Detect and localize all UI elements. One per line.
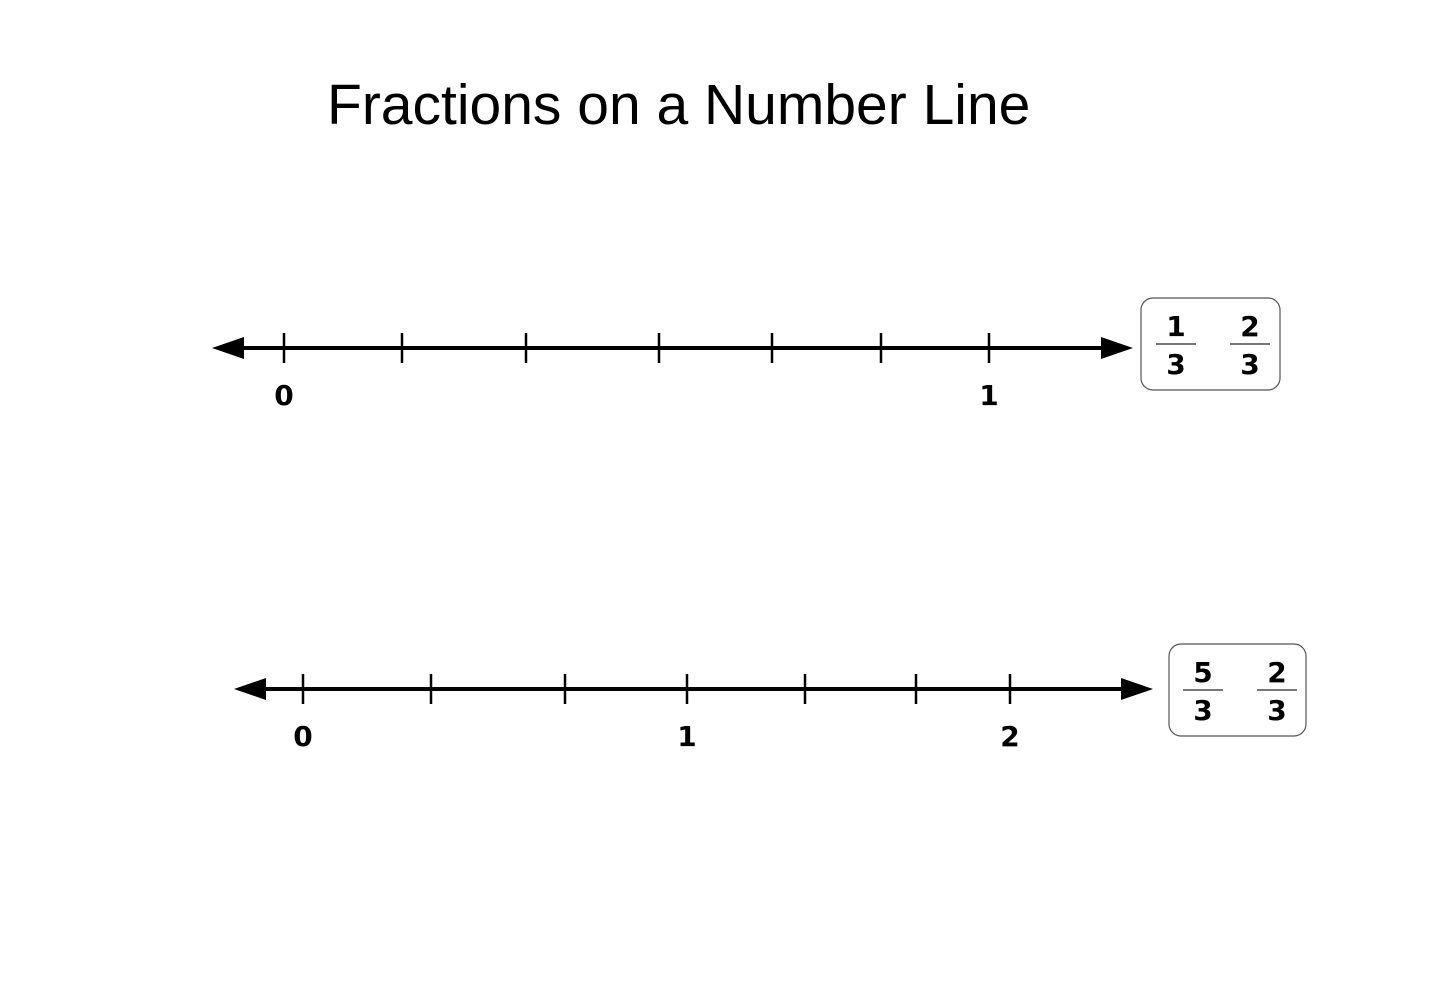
fraction-denominator: 3	[1240, 348, 1259, 381]
fraction-numerator: 2	[1267, 656, 1286, 689]
fraction-denominator: 3	[1267, 694, 1286, 727]
left-arrow-icon	[212, 337, 244, 359]
fraction-card: 1 3 2 3	[1140, 297, 1281, 391]
tick-label: 1	[677, 720, 696, 753]
number-line-2: 0 1 2 5 3 2 3	[234, 643, 1307, 753]
tick-label: 2	[1000, 720, 1019, 753]
tick-label: 0	[293, 720, 312, 753]
right-arrow-icon	[1121, 678, 1153, 700]
number-lines-diagram: 0 1 1 3 2 3 0 1 2 5 3 2 3	[212, 297, 1307, 753]
tick-label: 1	[979, 379, 998, 412]
fraction-denominator: 3	[1193, 694, 1212, 727]
fraction-numerator: 1	[1166, 310, 1185, 343]
fraction-numerator: 2	[1240, 310, 1259, 343]
tick-label: 0	[274, 379, 293, 412]
fraction-numerator: 5	[1193, 656, 1212, 689]
fraction-card: 5 3 2 3	[1168, 643, 1307, 737]
number-line-1: 0 1 1 3 2 3	[212, 297, 1281, 412]
right-arrow-icon	[1101, 337, 1133, 359]
fraction-denominator: 3	[1166, 348, 1185, 381]
left-arrow-icon	[234, 678, 266, 700]
